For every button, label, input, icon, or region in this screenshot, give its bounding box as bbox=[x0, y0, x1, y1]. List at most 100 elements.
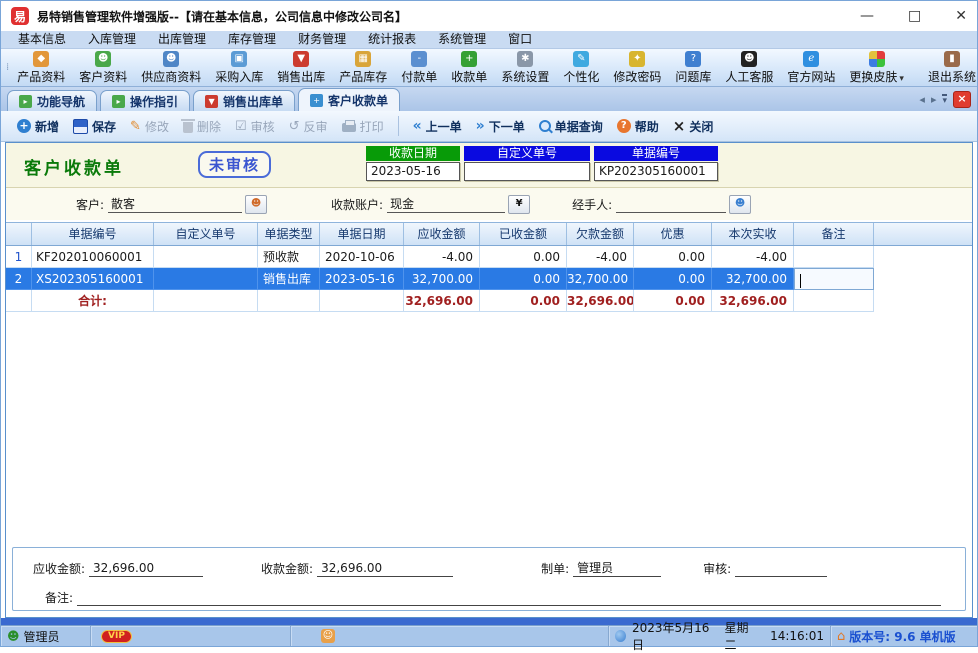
menu-inbound[interactable]: 入库管理 bbox=[77, 31, 147, 48]
menu-outbound[interactable]: 出库管理 bbox=[147, 31, 217, 48]
close-doc-button[interactable]: × 关闭 bbox=[667, 116, 720, 137]
menu-inventory[interactable]: 库存管理 bbox=[217, 31, 287, 48]
table-cell: 2023-05-16 bbox=[320, 268, 404, 290]
main-toolbar: ⁞ ◆ 产品资料 ☻ 客户资料 ☻ 供应商资料 ▣ 采购入库 ▼ 销售出库 ▦ … bbox=[1, 49, 977, 87]
supplier-person-icon: ☻ bbox=[163, 51, 179, 67]
remark-edit-cell[interactable] bbox=[794, 268, 874, 290]
account-picker-button[interactable]: ¥ bbox=[508, 195, 530, 214]
approve-button[interactable]: ☑ 审核 bbox=[229, 116, 281, 137]
toolbar-sales-out[interactable]: ▼ 销售出库 bbox=[270, 50, 332, 86]
customer-picker-button[interactable]: ☻ bbox=[245, 195, 267, 214]
col-remark: 备注 bbox=[794, 223, 874, 245]
next-chevrons-icon: » bbox=[476, 118, 485, 134]
menu-basic-info[interactable]: 基本信息 bbox=[7, 31, 77, 48]
toolbar-product-stock[interactable]: ▦ 产品库存 bbox=[332, 50, 394, 86]
action-toolbar: + 新增 保存 ✎ 修改 删除 ☑ 审核 ↺ 反审 打印 « 上 bbox=[1, 111, 977, 142]
table-cell: 预收款 bbox=[258, 246, 320, 268]
table-row[interactable]: 1 KF202010060001 预收款 2020-10-06 -4.00 0.… bbox=[6, 246, 972, 268]
doc-query-button[interactable]: 单据查询 bbox=[533, 116, 609, 137]
tab-close-button[interactable]: × bbox=[953, 91, 971, 108]
tab-function-nav[interactable]: ▸ 功能导航 bbox=[7, 90, 97, 111]
table-cell: 2020-10-06 bbox=[320, 246, 404, 268]
receipt-card-icon: + bbox=[310, 94, 323, 107]
table-row-selected[interactable]: 2 XS202305160001 销售出库 2023-05-16 32,700.… bbox=[6, 268, 972, 290]
minimize-button[interactable]: — bbox=[860, 9, 874, 23]
handler-picker-button[interactable]: ☻ bbox=[729, 195, 751, 214]
help-icon: ? bbox=[617, 119, 631, 133]
toolbar-supplier-data[interactable]: ☻ 供应商资料 bbox=[134, 50, 208, 86]
user-icon: ☻ bbox=[7, 629, 20, 643]
vip-badge: VIP bbox=[101, 630, 132, 643]
clock-icon bbox=[615, 630, 626, 642]
help-button[interactable]: ? 帮助 bbox=[611, 116, 665, 137]
received-total-value: 32,696.00 bbox=[317, 561, 453, 577]
toolbar-customer-data[interactable]: ☻ 客户资料 bbox=[72, 50, 134, 86]
next-doc-button[interactable]: » 下一单 bbox=[470, 116, 531, 137]
table-cell: 32,700.00 bbox=[712, 268, 794, 290]
tab-scroll-left-icon[interactable]: ◂ bbox=[919, 93, 925, 106]
toolbar-personalize[interactable]: ✎ 个性化 bbox=[556, 50, 606, 86]
edit-button[interactable]: ✎ 修改 bbox=[124, 116, 175, 137]
doc-no-input[interactable]: KP202305160001 bbox=[594, 162, 718, 181]
menu-window[interactable]: 窗口 bbox=[497, 31, 543, 48]
table-cell bbox=[154, 246, 258, 268]
status-vip-section: VIP bbox=[91, 626, 291, 646]
receivable-total-label: 应收金额: bbox=[33, 560, 85, 577]
print-button[interactable]: 打印 bbox=[336, 116, 390, 137]
unapprove-button[interactable]: ↺ 反审 bbox=[283, 116, 334, 137]
status-datetime-section: 2023年5月16日 星期二 14:16:01 bbox=[609, 626, 831, 646]
toolbar-system-settings[interactable]: ✱ 系统设置 bbox=[494, 50, 556, 86]
pin-icon[interactable]: ▾ bbox=[942, 94, 947, 105]
status-date: 2023年5月16日 bbox=[632, 619, 714, 653]
menu-finance[interactable]: 财务管理 bbox=[287, 31, 357, 48]
status-bar: ☻ 管理员 VIP ☺ 2023年5月16日 星期二 14:16:01 ⌂ 版本… bbox=[1, 625, 977, 646]
gear-icon: ✱ bbox=[517, 51, 533, 67]
prev-chevrons-icon: « bbox=[413, 118, 422, 134]
form-header: 客户收款单 未审核 收款日期 2023-05-16 自定义单号 单据编号 KP2… bbox=[6, 143, 972, 188]
menu-reports[interactable]: 统计报表 bbox=[357, 31, 427, 48]
maker-value: 管理员 bbox=[573, 561, 661, 577]
handler-input[interactable] bbox=[616, 196, 726, 213]
total-received: 0.00 bbox=[480, 290, 567, 312]
toolbar-purchase-in[interactable]: ▣ 采购入库 bbox=[208, 50, 270, 86]
menu-bar: 基本信息 入库管理 出库管理 库存管理 财务管理 统计报表 系统管理 窗口 bbox=[1, 31, 977, 49]
table-cell bbox=[794, 246, 874, 268]
save-button[interactable]: 保存 bbox=[67, 116, 122, 137]
status-version-section: ⌂ 版本号: 9.6 单机版 bbox=[831, 626, 977, 646]
receipt-date-input[interactable]: 2023-05-16 bbox=[366, 162, 460, 181]
toolbar-product-data[interactable]: ◆ 产品资料 bbox=[10, 50, 72, 86]
bottom-strip bbox=[1, 618, 977, 625]
toolbar-change-password[interactable]: ✦ 修改密码 bbox=[606, 50, 668, 86]
unapprove-stamp-icon: ↺ bbox=[289, 119, 300, 134]
total-discount: 0.00 bbox=[634, 290, 712, 312]
tab-scroll-right-icon[interactable]: ▸ bbox=[931, 93, 937, 106]
toolbar-customer-service[interactable]: ☻ 人工客服 bbox=[718, 50, 780, 86]
toolbar-exit-system[interactable]: ▮ 退出系统 bbox=[921, 50, 978, 86]
text-caret bbox=[800, 274, 801, 288]
close-button[interactable]: ✕ bbox=[955, 9, 967, 23]
maximize-button[interactable]: □ bbox=[908, 9, 921, 23]
menu-system[interactable]: 系统管理 bbox=[427, 31, 497, 48]
total-receivable: 32,696.00 bbox=[404, 290, 480, 312]
toolbar-receipt-doc[interactable]: + 收款单 bbox=[444, 50, 494, 86]
custom-no-input[interactable] bbox=[464, 162, 590, 181]
qq-penguin-icon: ☻ bbox=[741, 51, 757, 67]
tab-customer-receipt[interactable]: + 客户收款单 bbox=[298, 88, 400, 111]
col-doc-date: 单据日期 bbox=[320, 223, 404, 245]
toolbar-official-website[interactable]: e 官方网站 bbox=[780, 50, 842, 86]
guide-icon: ▸ bbox=[112, 95, 125, 108]
tab-operation-guide[interactable]: ▸ 操作指引 bbox=[100, 90, 190, 111]
toolbar-question-bank[interactable]: ? 问题库 bbox=[668, 50, 718, 86]
prev-doc-button[interactable]: « 上一单 bbox=[407, 116, 468, 137]
remark-value[interactable] bbox=[77, 590, 941, 606]
status-weekday: 星期二 bbox=[724, 619, 757, 653]
new-button[interactable]: + 新增 bbox=[11, 116, 65, 137]
account-input[interactable]: 现金 bbox=[387, 196, 505, 213]
toolbar-change-skin[interactable]: 更换皮肤▾ bbox=[842, 50, 911, 86]
customer-input[interactable]: 散客 bbox=[108, 196, 242, 213]
table-cell bbox=[154, 268, 258, 290]
delete-button[interactable]: 删除 bbox=[177, 116, 227, 137]
toolbar-payment-doc[interactable]: - 付款单 bbox=[394, 50, 444, 86]
tab-sales-out-doc[interactable]: ▼ 销售出库单 bbox=[193, 90, 295, 111]
col-doc-type: 单据类型 bbox=[258, 223, 320, 245]
